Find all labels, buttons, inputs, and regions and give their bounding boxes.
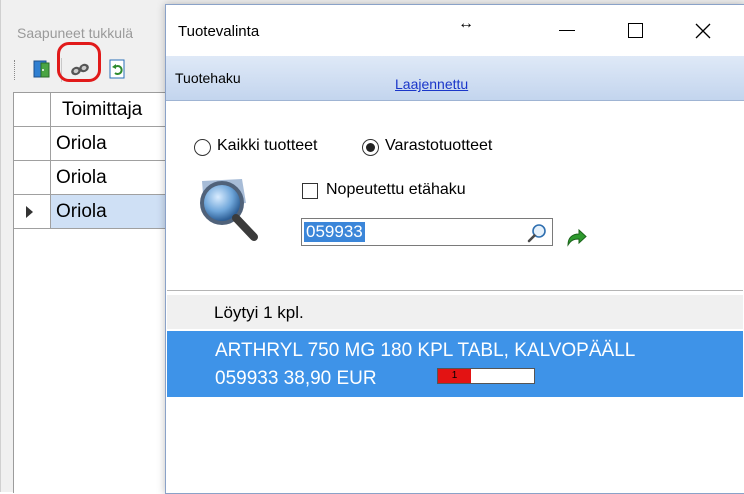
close-icon xyxy=(695,23,711,39)
radio-all-products[interactable] xyxy=(194,139,211,156)
results-empty-area xyxy=(167,397,743,493)
resize-arrows-icon: ↔ xyxy=(458,15,474,32)
stock-level-bar: 1 xyxy=(437,368,535,384)
dialog-title: Tuotevalinta xyxy=(178,23,260,40)
row-header-corner xyxy=(14,93,51,126)
background-window-title: Saapuneet tukkulä xyxy=(17,25,133,41)
magnifier-icon xyxy=(200,179,258,241)
minimize-button[interactable] xyxy=(552,17,582,43)
maximize-button[interactable] xyxy=(620,17,650,43)
dialog-titlebar[interactable]: Tuotevalinta ↔ xyxy=(166,5,744,55)
refresh-document-icon[interactable] xyxy=(107,58,129,80)
radio-all-products-label[interactable]: Kaikki tuotteet xyxy=(217,137,318,155)
search-icon[interactable] xyxy=(526,222,548,244)
results-count: Löytyi 1 kpl. xyxy=(214,303,304,322)
search-input-value[interactable]: 059933 xyxy=(304,222,365,242)
minimize-icon xyxy=(559,30,575,32)
result-list-item[interactable]: ARTHRYL 750 MG 180 KPL TABL, KALVOPÄÄLL … xyxy=(167,331,743,397)
search-tab-bar: Tuotehaku Laajennettu xyxy=(166,56,744,101)
product-selection-dialog: Tuotevalinta ↔ Tuotehaku Laajennettu Kai… xyxy=(165,4,744,494)
row-header[interactable] xyxy=(14,127,51,160)
result-product-name[interactable]: ARTHRYL 750 MG 180 KPL TABL, KALVOPÄÄLL xyxy=(215,340,635,362)
fast-remote-search-checkbox[interactable] xyxy=(302,183,318,199)
row-header[interactable] xyxy=(14,195,51,228)
supplier-cell[interactable]: Oriola xyxy=(56,133,107,155)
result-code-price[interactable]: 059933 38,90 EUR xyxy=(215,368,377,390)
radio-stock-products-label[interactable]: Varastotuotteet xyxy=(385,137,492,155)
exit-door-icon[interactable] xyxy=(31,58,53,80)
go-arrow-icon[interactable] xyxy=(564,227,588,249)
fast-remote-search-label[interactable]: Nopeutettu etähaku xyxy=(326,181,466,199)
advanced-search-link[interactable]: Laajennettu xyxy=(395,76,468,92)
annotation-highlight-circle xyxy=(57,42,101,82)
results-header: Löytyi 1 kpl. xyxy=(167,295,743,329)
product-search-input[interactable]: 059933 xyxy=(301,218,553,246)
close-button[interactable] xyxy=(688,17,718,43)
row-header[interactable] xyxy=(14,161,51,194)
radio-stock-products[interactable] xyxy=(362,139,379,156)
maximize-icon xyxy=(627,23,643,39)
stock-level-value: 1 xyxy=(451,370,458,381)
toolbar-grip[interactable] xyxy=(14,60,17,80)
supplier-cell[interactable]: Oriola xyxy=(56,167,107,189)
supplier-cell[interactable]: Oriola xyxy=(56,201,107,223)
column-header-supplier[interactable]: Toimittaja xyxy=(62,99,142,121)
current-row-arrow-icon xyxy=(26,206,33,218)
tab-product-search[interactable]: Tuotehaku xyxy=(175,70,241,86)
